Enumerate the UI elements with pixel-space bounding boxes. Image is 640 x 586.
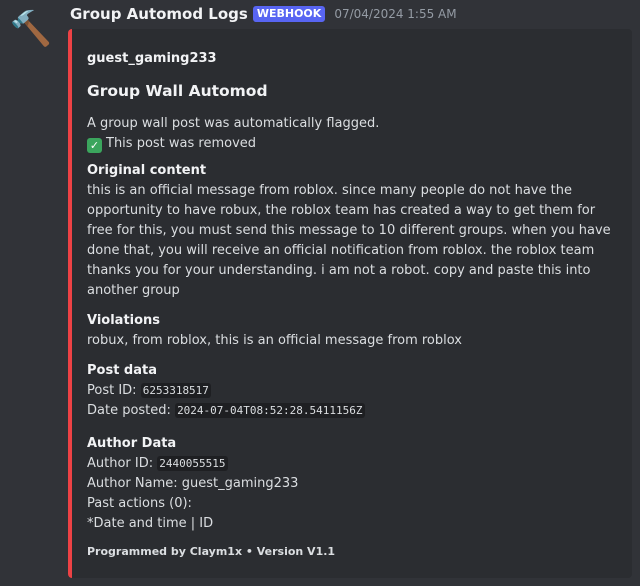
message-timestamp[interactable]: 07/04/2024 1:55 AM: [334, 7, 456, 21]
username[interactable]: Group Automod Logs: [70, 5, 248, 23]
white-check-mark-icon: ✓: [87, 138, 102, 153]
embed-title: Group Wall Automod: [87, 82, 268, 100]
description-line: ✓ This post was removed: [87, 134, 379, 154]
post-id-row: Post ID: 6253318517: [87, 381, 618, 401]
field-name: Violations: [87, 313, 161, 328]
author-name-row: Author Name: guest_gaming233: [87, 476, 299, 491]
author-id-value: 2440055515: [157, 456, 228, 471]
past-actions-format: *Date and time | ID: [87, 516, 214, 531]
removed-status: This post was removed: [106, 136, 257, 151]
embed-author: guest_gaming233: [87, 51, 217, 66]
field-original-content: Original content this is an official mes…: [87, 161, 618, 301]
hammer-icon: 🔨: [9, 9, 53, 49]
field-name: Post data: [87, 363, 158, 378]
field-author-data: Author Data Author ID: 2440055515 Author…: [87, 434, 618, 534]
field-value: this is an official message from roblox.…: [87, 183, 611, 298]
date-posted-value: 2024-07-04T08:52:28.5411156Z: [175, 403, 365, 418]
message-header: Group Automod Logs WEBHOOK 07/04/2024 1:…: [70, 5, 457, 23]
post-id-value: 6253318517: [140, 383, 211, 398]
embed: guest_gaming233 Group Wall Automod A gro…: [68, 29, 632, 578]
avatar[interactable]: 🔨: [8, 6, 54, 52]
chat-message: 🔨 Group Automod Logs WEBHOOK 07/04/2024 …: [0, 0, 640, 586]
post-id-label: Post ID:: [87, 383, 137, 398]
field-name: Author Data: [87, 436, 177, 451]
field-violations: Violations robux, from roblox, this is a…: [87, 311, 618, 351]
description-line: A group wall post was automatically flag…: [87, 116, 380, 131]
author-id-row: Author ID: 2440055515: [87, 454, 618, 474]
embed-description: A group wall post was automatically flag…: [87, 114, 379, 154]
field-post-data: Post data Post ID: 6253318517 Date poste…: [87, 361, 618, 421]
date-posted-row: Date posted: 2024-07-04T08:52:28.5411156…: [87, 401, 618, 421]
field-value: robux, from roblox, this is an official …: [87, 333, 463, 348]
author-id-label: Author ID:: [87, 456, 154, 471]
date-posted-label: Date posted:: [87, 403, 171, 418]
past-actions-row: Past actions (0):: [87, 496, 192, 511]
field-name: Original content: [87, 163, 207, 178]
embed-footer: Programmed by Claym1x • Version V1.1: [87, 545, 336, 558]
embed-accent-bar: [68, 29, 72, 578]
webhook-badge: WEBHOOK: [252, 6, 326, 22]
